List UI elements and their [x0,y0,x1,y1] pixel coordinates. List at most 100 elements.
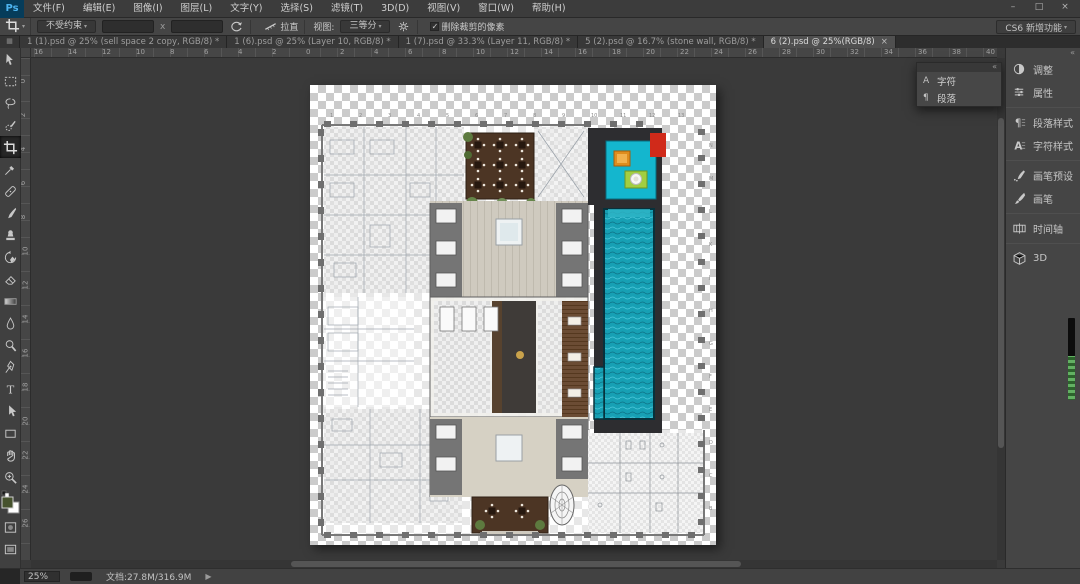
quick-selection-tool[interactable] [0,114,21,136]
tab-bar-leading-icon[interactable]: ▦ [0,36,20,48]
crop-tool[interactable] [0,136,21,158]
svg-text:10: 10 [591,113,597,119]
photoshop-window: Ps 文件(F)编辑(E)图像(I)图层(L)文字(Y)选择(S)滤镜(T)3D… [0,0,1080,584]
menu-item-9[interactable]: 窗口(W) [469,0,523,18]
panel-collapse-icon[interactable]: « [917,63,1001,72]
clone-stamp-tool[interactable] [0,224,21,246]
horizontal-scrollbar-thumb[interactable] [291,561,741,567]
foreground-color-swatch[interactable] [2,497,13,508]
svg-text:K: K [709,242,713,248]
crop-width-input[interactable] [102,20,154,33]
dock-panel-画笔预设[interactable]: 画笔预设 [1006,164,1080,187]
tab-close-icon[interactable]: × [881,37,888,47]
dock-panel-段落样式[interactable]: ¶段落样式 [1006,111,1080,134]
shape-tool[interactable] [0,422,21,444]
document-tab-label: 1 (6).psd @ 25% (Layer 10, RGB/8) * [234,37,390,47]
overlay-view-select[interactable]: 三等分 ▾ [340,20,390,33]
dock-collapse-icon[interactable]: « [1006,48,1080,58]
screen-mode-button[interactable] [0,538,21,560]
gear-icon[interactable] [396,19,411,34]
crop-ratio-select[interactable]: 不受约束 ▾ [37,20,96,33]
type-tool[interactable]: T [0,378,21,400]
swap-dimensions-icon[interactable] [229,19,244,34]
dock-panel-3D[interactable]: 3D [1006,247,1080,270]
zoom-tool[interactable] [0,466,21,488]
menu-item-0[interactable]: 文件(F) [24,0,74,18]
svg-text:N: N [709,143,713,149]
menu-item-2[interactable]: 图像(I) [124,0,171,18]
menu-item-6[interactable]: 滤镜(T) [322,0,372,18]
move-tool[interactable] [0,48,21,70]
menu-item-10[interactable]: 帮助(H) [523,0,575,18]
properties-icon [1012,85,1028,101]
dock-panel-属性[interactable]: 属性 [1006,81,1080,104]
ruler-corner[interactable] [21,48,31,58]
gradient-tool[interactable] [0,290,21,312]
ruler-tick-label: 0 [21,79,27,83]
vertical-scrollbar-thumb[interactable] [998,118,1004,448]
dock-panel-时间轴[interactable]: 时间轴 [1006,217,1080,240]
crop-height-input[interactable] [171,20,223,33]
dock-panel-调整[interactable]: 调整 [1006,58,1080,81]
workspace-switcher[interactable]: CS6 新增功能 ▾ [996,20,1076,34]
document-tab-2[interactable]: 1 (7).psd @ 33.3% (Layer 11, RGB/8) * [399,36,578,48]
history-brush-tool[interactable] [0,246,21,268]
blur-tool[interactable] [0,312,21,334]
brush-tool[interactable] [0,202,21,224]
document-canvas[interactable]: 12345678910111213NMLKJHGFEDCB [310,85,716,545]
ruler-tick-label: 8 [21,215,27,219]
dodge-tool[interactable] [0,334,21,356]
separator [250,20,251,34]
adjustments-icon [1012,62,1028,78]
document-tab-0[interactable]: 1 (1).psd @ 25% (sell space 2 copy, RGB/… [20,36,227,48]
dock-panel-字符样式[interactable]: A字符样式 [1006,134,1080,157]
svg-text:F: F [709,374,712,380]
document-tab-1[interactable]: 1 (6).psd @ 25% (Layer 10, RGB/8) * [227,36,398,48]
color-swatches[interactable] [0,490,21,516]
eraser-tool[interactable] [0,268,21,290]
character-panel-tab[interactable]: A 字符 [917,72,1001,89]
document-tab-4[interactable]: 6 (2).psd @ 25%(RGB/8)× [764,36,896,48]
pen-tool[interactable] [0,356,21,378]
menu-item-8[interactable]: 视图(V) [418,0,469,18]
dock-separator [1006,243,1080,244]
menu-item-7[interactable]: 3D(D) [372,0,418,18]
close-button[interactable]: × [1052,0,1078,16]
horizontal-ruler[interactable]: 1614121086420246810121416182022242628303… [31,48,997,58]
document-tab-3[interactable]: 5 (2).psd @ 16.7% (stone wall, RGB/8) * [578,36,763,48]
svg-text:13: 13 [678,113,684,119]
canvas-area[interactable]: 12345678910111213NMLKJHGFEDCB [31,58,997,560]
ruler-tick-label: 26 [748,48,757,56]
hand-tool[interactable] [0,444,21,466]
tool-preset-picker[interactable]: ▾ [0,18,31,35]
ruler-tick-label: 34 [884,48,893,56]
menu-item-5[interactable]: 选择(S) [271,0,321,18]
restore-button[interactable]: □ [1026,0,1052,16]
menu-item-3[interactable]: 图层(L) [172,0,222,18]
ruler-tick-label: 10 [21,247,29,256]
straighten-button[interactable]: 拉直 [280,20,298,33]
marquee-tool[interactable] [0,70,21,92]
quick-mask-button[interactable] [0,516,21,538]
view-label: 视图: [313,20,334,33]
straighten-icon[interactable] [263,19,278,34]
status-expand-arrow[interactable]: ▶ [205,572,211,581]
threed-icon [1012,251,1028,267]
ps-logo: Ps [0,0,24,18]
vertical-ruler[interactable]: 02468101214161820222426 [21,58,31,560]
path-selection-tool[interactable] [0,400,21,422]
vertical-scrollbar[interactable] [997,58,1005,560]
delete-cropped-checkbox[interactable]: ✓ [430,22,439,31]
ruler-tick-label: 20 [646,48,655,56]
lasso-tool[interactable] [0,92,21,114]
menu-item-4[interactable]: 文字(Y) [221,0,271,18]
eyedropper-tool[interactable] [0,158,21,180]
zoom-level-field[interactable]: 25% [24,571,60,582]
horizontal-scrollbar[interactable] [31,560,997,568]
parastyles-icon: ¶ [1012,115,1028,131]
paragraph-panel-tab[interactable]: ¶ 段落 [917,89,1001,106]
minimize-button[interactable]: – [1000,0,1026,16]
menu-item-1[interactable]: 编辑(E) [74,0,124,18]
healing-brush-tool[interactable] [0,180,21,202]
dock-panel-画笔[interactable]: 画笔 [1006,187,1080,210]
